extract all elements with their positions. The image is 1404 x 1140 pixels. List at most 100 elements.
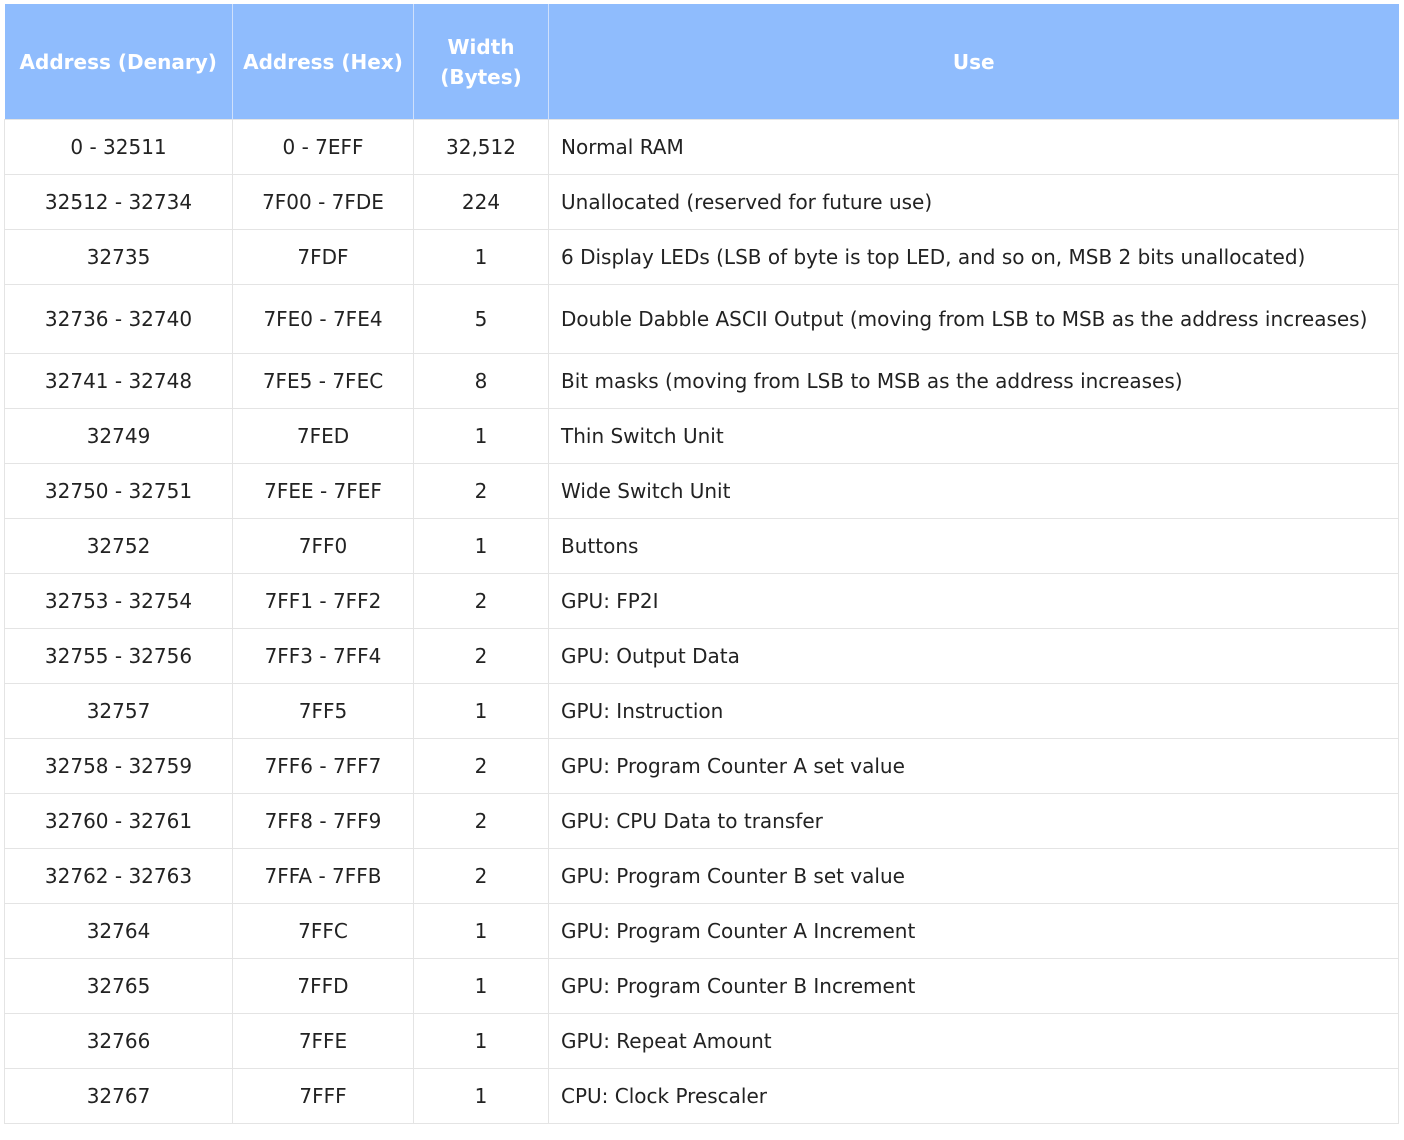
cell-hex: 7FE0 - 7FE4 xyxy=(232,284,414,354)
cell-hex: 7FED xyxy=(232,408,414,464)
cell-width: 8 xyxy=(413,353,549,409)
table-body: 0 - 32511 0 - 7EFF 32,512 Normal RAM 325… xyxy=(4,119,1399,1124)
table-row: 32749 7FED 1 Thin Switch Unit xyxy=(4,408,1399,464)
header-address-hex: Address (Hex) xyxy=(232,4,414,120)
table-row: 32736 - 32740 7FE0 - 7FE4 5 Double Dabbl… xyxy=(4,284,1399,354)
cell-denary: 32752 xyxy=(4,518,233,574)
cell-hex: 7FE5 - 7FEC xyxy=(232,353,414,409)
cell-width: 5 xyxy=(413,284,549,354)
cell-use: GPU: Program Counter A set value xyxy=(548,738,1399,794)
header-row: Address (Denary) Address (Hex) Width (Byt… xyxy=(4,4,1399,120)
cell-width: 224 xyxy=(413,174,549,230)
cell-width: 1 xyxy=(413,518,549,574)
cell-use: GPU: Instruction xyxy=(548,683,1399,739)
cell-use: Thin Switch Unit xyxy=(548,408,1399,464)
cell-denary: 32736 - 32740 xyxy=(4,284,233,354)
cell-denary: 32753 - 32754 xyxy=(4,573,233,629)
header-use: Use xyxy=(548,4,1399,120)
table-row: 32767 7FFF 1 CPU: Clock Prescaler xyxy=(4,1068,1399,1124)
cell-hex: 7FFC xyxy=(232,903,414,959)
cell-use: GPU: Repeat Amount xyxy=(548,1013,1399,1069)
cell-use: GPU: Program Counter B Increment xyxy=(548,958,1399,1014)
cell-denary: 32767 xyxy=(4,1068,233,1124)
cell-hex: 7F00 - 7FDE xyxy=(232,174,414,230)
cell-denary: 32755 - 32756 xyxy=(4,628,233,684)
cell-use: 6 Display LEDs (LSB of byte is top LED, … xyxy=(548,229,1399,285)
memory-map-table: Address (Denary) Address (Hex) Width (Byt… xyxy=(4,4,1399,1124)
cell-hex: 7FF5 xyxy=(232,683,414,739)
table-row: 32753 - 32754 7FF1 - 7FF2 2 GPU: FP2I xyxy=(4,573,1399,629)
cell-width: 1 xyxy=(413,229,549,285)
cell-denary: 0 - 32511 xyxy=(4,119,233,175)
table-row: 32512 - 32734 7F00 - 7FDE 224 Unallocate… xyxy=(4,174,1399,230)
cell-width: 2 xyxy=(413,793,549,849)
table-row: 32758 - 32759 7FF6 - 7FF7 2 GPU: Program… xyxy=(4,738,1399,794)
cell-use: GPU: Output Data xyxy=(548,628,1399,684)
cell-width: 1 xyxy=(413,903,549,959)
table-row: 32766 7FFE 1 GPU: Repeat Amount xyxy=(4,1013,1399,1069)
cell-width: 2 xyxy=(413,738,549,794)
table-row: 32750 - 32751 7FEE - 7FEF 2 Wide Switch … xyxy=(4,463,1399,519)
table-row: 32741 - 32748 7FE5 - 7FEC 8 Bit masks (m… xyxy=(4,353,1399,409)
cell-denary: 32766 xyxy=(4,1013,233,1069)
cell-denary: 32765 xyxy=(4,958,233,1014)
cell-width: 1 xyxy=(413,408,549,464)
cell-denary: 32741 - 32748 xyxy=(4,353,233,409)
cell-width: 1 xyxy=(413,1013,549,1069)
cell-hex: 7FF1 - 7FF2 xyxy=(232,573,414,629)
cell-hex: 7FF3 - 7FF4 xyxy=(232,628,414,684)
table-row: 32735 7FDF 1 6 Display LEDs (LSB of byte… xyxy=(4,229,1399,285)
cell-width: 2 xyxy=(413,573,549,629)
cell-denary: 32750 - 32751 xyxy=(4,463,233,519)
cell-use: GPU: FP2I xyxy=(548,573,1399,629)
cell-hex: 7FF0 xyxy=(232,518,414,574)
table-row: 32765 7FFD 1 GPU: Program Counter B Incr… xyxy=(4,958,1399,1014)
cell-use: GPU: Program Counter A Increment xyxy=(548,903,1399,959)
cell-denary: 32762 - 32763 xyxy=(4,848,233,904)
cell-hex: 7FFD xyxy=(232,958,414,1014)
cell-denary: 32760 - 32761 xyxy=(4,793,233,849)
cell-denary: 32512 - 32734 xyxy=(4,174,233,230)
cell-denary: 32764 xyxy=(4,903,233,959)
cell-use: CPU: Clock Prescaler xyxy=(548,1068,1399,1124)
table-row: 32755 - 32756 7FF3 - 7FF4 2 GPU: Output … xyxy=(4,628,1399,684)
cell-width: 2 xyxy=(413,628,549,684)
cell-use: Buttons xyxy=(548,518,1399,574)
cell-use: Double Dabble ASCII Output (moving from … xyxy=(548,284,1399,354)
cell-width: 2 xyxy=(413,848,549,904)
memory-map: Address (Denary) Address (Hex) Width (Byt… xyxy=(4,4,1399,1124)
header-width-line2: (Bytes) xyxy=(440,64,522,89)
cell-hex: 7FFE xyxy=(232,1013,414,1069)
cell-denary: 32758 - 32759 xyxy=(4,738,233,794)
cell-denary: 32735 xyxy=(4,229,233,285)
cell-hex: 7FF8 - 7FF9 xyxy=(232,793,414,849)
cell-hex: 7FFF xyxy=(232,1068,414,1124)
cell-use: GPU: Program Counter B set value xyxy=(548,848,1399,904)
cell-hex: 7FF6 - 7FF7 xyxy=(232,738,414,794)
table-row: 0 - 32511 0 - 7EFF 32,512 Normal RAM xyxy=(4,119,1399,175)
header-width-bytes: Width (Bytes) xyxy=(413,4,549,120)
header-address-denary: Address (Denary) xyxy=(4,4,233,120)
table-header: Address (Denary) Address (Hex) Width (Byt… xyxy=(4,4,1399,120)
header-width-line1: Width xyxy=(447,34,515,59)
table-row: 32760 - 32761 7FF8 - 7FF9 2 GPU: CPU Dat… xyxy=(4,793,1399,849)
cell-width: 1 xyxy=(413,1068,549,1124)
cell-hex: 7FFA - 7FFB xyxy=(232,848,414,904)
table-row: 32752 7FF0 1 Buttons xyxy=(4,518,1399,574)
cell-width: 1 xyxy=(413,958,549,1014)
cell-hex: 7FEE - 7FEF xyxy=(232,463,414,519)
cell-denary: 32749 xyxy=(4,408,233,464)
cell-use: Normal RAM xyxy=(548,119,1399,175)
cell-width: 2 xyxy=(413,463,549,519)
table-row: 32762 - 32763 7FFA - 7FFB 2 GPU: Program… xyxy=(4,848,1399,904)
cell-hex: 7FDF xyxy=(232,229,414,285)
cell-denary: 32757 xyxy=(4,683,233,739)
cell-width: 32,512 xyxy=(413,119,549,175)
table-row: 32757 7FF5 1 GPU: Instruction xyxy=(4,683,1399,739)
cell-hex: 0 - 7EFF xyxy=(232,119,414,175)
table-row: 32764 7FFC 1 GPU: Program Counter A Incr… xyxy=(4,903,1399,959)
cell-use: GPU: CPU Data to transfer xyxy=(548,793,1399,849)
cell-use: Wide Switch Unit xyxy=(548,463,1399,519)
cell-width: 1 xyxy=(413,683,549,739)
cell-use: Bit masks (moving from LSB to MSB as the… xyxy=(548,353,1399,409)
